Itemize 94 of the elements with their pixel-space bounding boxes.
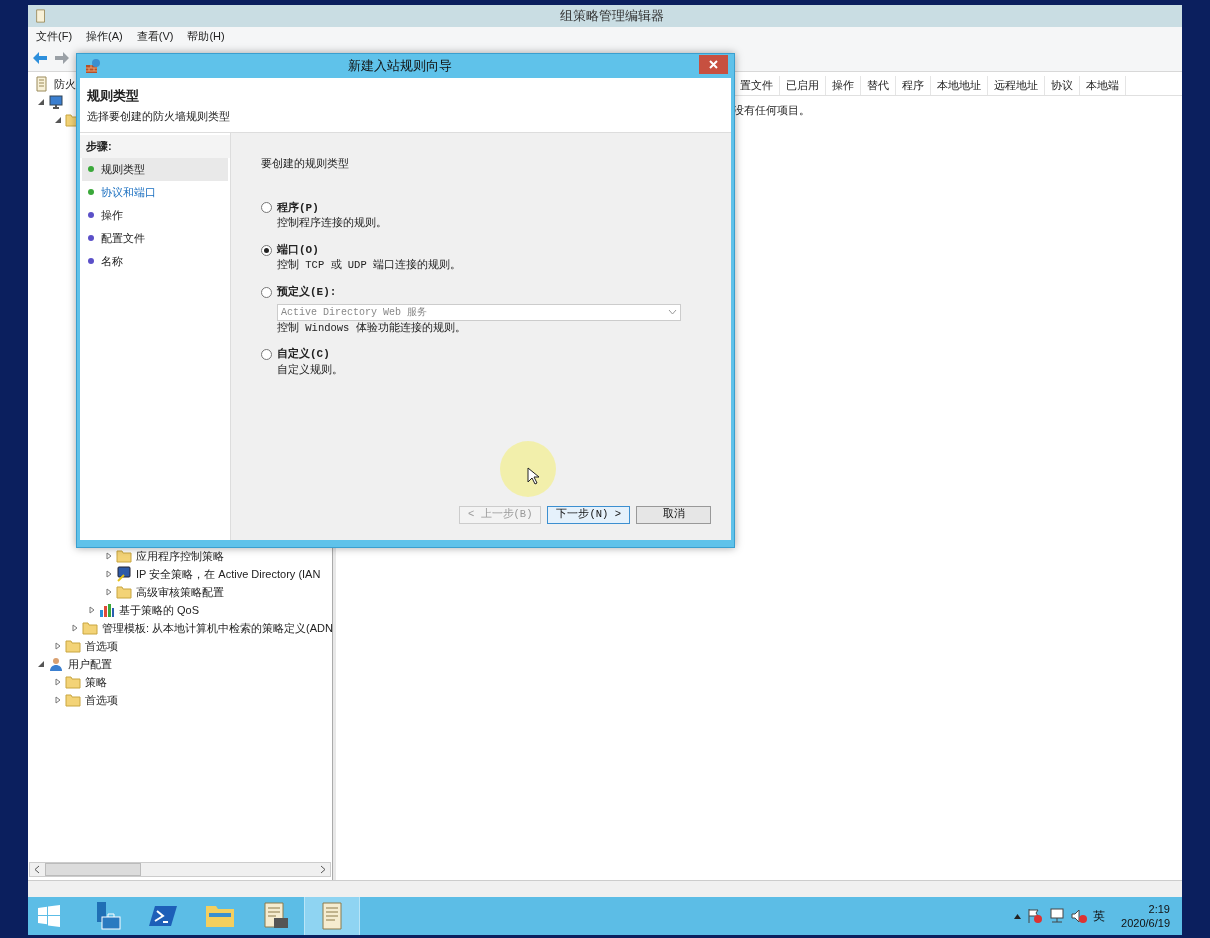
tree-item[interactable]: 首选项 (85, 691, 118, 709)
collapsed-arrow-icon[interactable] (88, 606, 96, 614)
collapsed-arrow-icon[interactable] (105, 552, 113, 560)
step-label: 配置文件 (101, 230, 145, 246)
cursor-highlight (500, 441, 556, 497)
wizard-step[interactable]: 规则类型 (82, 157, 228, 181)
option-description: 控制程序连接的规则。 (277, 216, 388, 231)
radio-button[interactable] (261, 244, 272, 256)
column-header[interactable]: 替代 (861, 76, 896, 95)
tree-item[interactable]: 防火 (54, 75, 76, 93)
menu-item[interactable]: 文件(F) (36, 27, 73, 45)
column-header[interactable]: 程序 (896, 76, 931, 95)
firewall-wizard-icon (85, 58, 101, 74)
mouse-pointer-icon (527, 467, 539, 485)
expanded-arrow-icon[interactable] (37, 98, 45, 106)
clock-date: 2020/6/19 (1121, 916, 1170, 930)
window-title: 组策略管理编辑器 (559, 7, 665, 26)
computer-icon (48, 94, 64, 110)
option-label[interactable]: 程序(P) (277, 199, 319, 216)
radio-button[interactable] (261, 349, 272, 360)
wizard-step[interactable]: 名称 (82, 249, 228, 273)
wizard-button[interactable]: 取消 (636, 506, 711, 524)
document-icon (34, 9, 48, 23)
dialog-heading: 规则类型 (87, 87, 140, 105)
folder-icon (65, 674, 81, 690)
option-label[interactable]: 预定义(E): (277, 284, 337, 301)
tree-item[interactable]: 用户配置 (68, 655, 112, 673)
column-header[interactable]: 远程地址 (988, 76, 1045, 95)
menu-item[interactable]: 操作(A) (86, 27, 123, 45)
windows-logo-icon (38, 905, 60, 927)
tree-item[interactable]: 高级审核策略配置 (136, 583, 224, 601)
monitor-key-icon (116, 566, 132, 582)
expanded-arrow-icon[interactable] (54, 116, 62, 124)
expanded-arrow-icon[interactable] (37, 660, 45, 668)
input-language-indicator[interactable]: 英 (1093, 907, 1106, 925)
dialog-subheading: 选择要创建的防火墙规则类型 (87, 108, 231, 124)
step-label: 规则类型 (101, 161, 145, 177)
collapsed-arrow-icon[interactable] (71, 624, 79, 632)
muted-speaker-icon[interactable] (1071, 908, 1088, 924)
flag-error-icon[interactable] (1027, 908, 1044, 924)
option-label[interactable]: 端口(O) (277, 241, 319, 259)
radio-button[interactable] (261, 202, 272, 214)
bar-chart-icon (99, 602, 115, 618)
horizontal-scrollbar[interactable] (29, 862, 331, 877)
option-description: 自定义规则。 (277, 362, 344, 378)
clock-time: 2:19 (1148, 902, 1170, 916)
close-button[interactable] (699, 54, 728, 74)
folder-icon (65, 692, 81, 708)
option-label[interactable]: 自定义(C) (277, 346, 330, 363)
tree-item[interactable]: 基于策略的 QoS (119, 601, 200, 619)
wizard-step[interactable]: 协议和端口 (82, 180, 228, 204)
radio-button[interactable] (261, 286, 272, 298)
wizard-step[interactable]: 操作 (82, 203, 228, 227)
column-header[interactable]: 本地端 (1080, 76, 1126, 95)
step-label: 操作 (101, 207, 123, 223)
prompt-text: 要创建的规则类型 (261, 156, 350, 171)
wizard-step[interactable]: 配置文件 (82, 226, 228, 250)
document-icon (34, 76, 50, 92)
close-icon (709, 59, 718, 69)
forward-arrow-icon[interactable] (54, 51, 70, 65)
collapsed-arrow-icon[interactable] (105, 588, 113, 596)
dropdown-value: Active Directory Web 服务 (281, 305, 429, 320)
scrollbar-thumb[interactable] (45, 863, 141, 876)
wizard-button[interactable]: 下一步(N) > (547, 506, 630, 524)
tree-item[interactable]: 管理模板: 从本地计算机中检索的策略定义(ADN (102, 619, 333, 637)
chevron-down-icon (668, 309, 677, 315)
column-header[interactable]: 操作 (826, 76, 861, 95)
column-header[interactable]: 本地地址 (931, 76, 988, 95)
folder-icon (82, 620, 98, 636)
column-header[interactable]: 已启用 (780, 76, 826, 95)
menu-item[interactable]: 帮助(H) (187, 27, 225, 45)
collapsed-arrow-icon[interactable] (54, 696, 62, 704)
folder-icon (116, 584, 132, 600)
dialog-title: 新建入站规则向导 (347, 57, 453, 76)
show-hidden-icons-icon[interactable] (1014, 913, 1022, 919)
user-icon (48, 656, 64, 672)
tree-item[interactable]: 策略 (85, 673, 107, 691)
option-description: 控制 TCP 或 UDP 端口连接的规则。 (277, 258, 462, 274)
tree-item[interactable]: 首选项 (85, 637, 118, 655)
tree-item[interactable]: IP 安全策略，在 Active Directory (IAN (136, 565, 321, 583)
steps-title: 步骤: (80, 135, 230, 158)
collapsed-arrow-icon[interactable] (105, 570, 113, 578)
option-description: 控制 Windows 体验功能连接的规则。 (277, 320, 467, 336)
collapsed-arrow-icon[interactable] (54, 678, 62, 686)
step-label: 协议和端口 (101, 184, 156, 200)
menu-item[interactable]: 查看(V) (136, 27, 174, 45)
tree-item[interactable]: 应用程序控制策略 (136, 547, 224, 565)
step-label: 名称 (101, 253, 123, 269)
back-arrow-icon[interactable] (32, 51, 48, 65)
column-header[interactable]: 协议 (1045, 76, 1080, 95)
network-icon[interactable] (1049, 908, 1066, 924)
collapsed-arrow-icon[interactable] (54, 642, 62, 650)
clock[interactable]: 2:19 2020/6/19 (1121, 902, 1170, 930)
folder-icon (65, 638, 81, 654)
